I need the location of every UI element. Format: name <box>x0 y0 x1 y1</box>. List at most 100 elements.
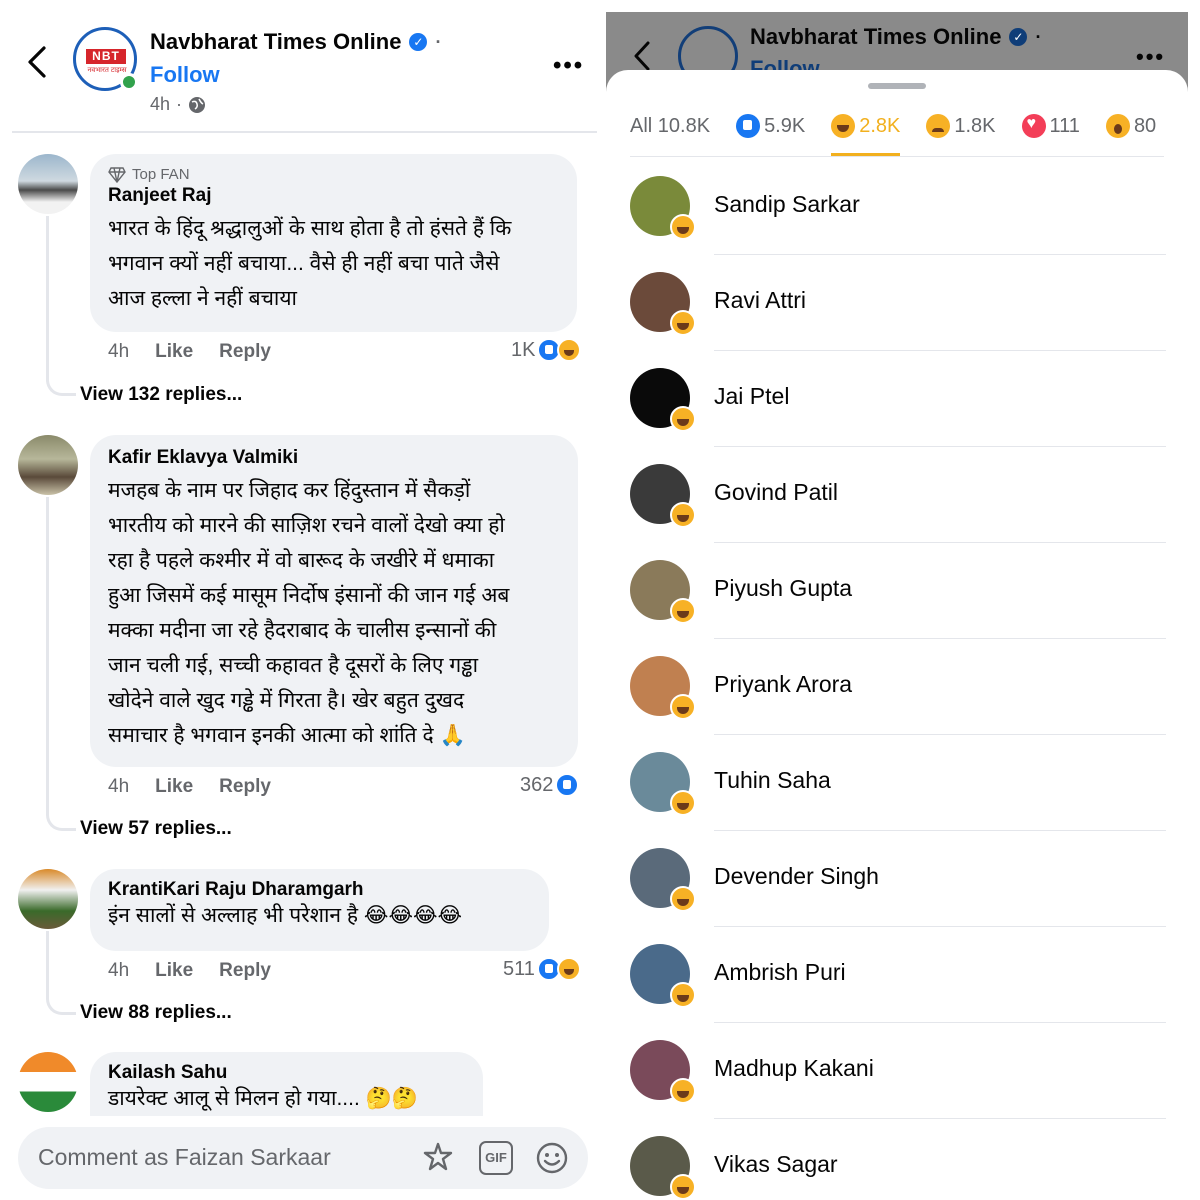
list-item[interactable]: Ravi Attri <box>630 262 1170 358</box>
person-name[interactable]: Vikas Sagar <box>714 1151 838 1178</box>
more-options-icon[interactable]: ••• <box>1136 44 1165 70</box>
view-replies-link[interactable]: View 132 replies... <box>80 384 242 406</box>
haha-icon <box>670 406 696 432</box>
comment-text: मजहब के नाम पर जिहाद कर हिंदुस्तान में स… <box>108 479 510 747</box>
page-name[interactable]: Navbharat Times Online <box>750 24 1001 50</box>
thread-line <box>46 497 49 811</box>
tab-like[interactable]: 5.9K <box>736 110 805 142</box>
reply-button[interactable]: Reply <box>219 960 271 982</box>
comment-input-placeholder[interactable]: Comment as Faizan Sarkaar <box>38 1144 331 1171</box>
sticker-icon[interactable] <box>421 1141 455 1175</box>
post-time: 4h <box>150 94 171 114</box>
divider <box>714 830 1166 831</box>
like-button[interactable]: Like <box>155 776 193 798</box>
like-button[interactable]: Like <box>155 341 193 363</box>
list-item[interactable]: Ambrish Puri <box>630 934 1170 1030</box>
person-name[interactable]: Piyush Gupta <box>714 575 852 602</box>
online-status-dot <box>120 73 138 91</box>
list-item[interactable]: Devender Singh <box>630 838 1170 934</box>
tab-all[interactable]: All 10.8K <box>630 110 710 142</box>
person-name[interactable]: Ambrish Puri <box>714 959 846 986</box>
page-name[interactable]: Navbharat Times Online <box>150 29 401 55</box>
avatar[interactable] <box>18 869 78 929</box>
back-icon[interactable] <box>22 44 52 80</box>
haha-icon <box>670 982 696 1008</box>
reply-button[interactable]: Reply <box>219 776 271 798</box>
comment-bubble[interactable]: Top FAN Ranjeet Raj भारत के हिंदू श्रद्ध… <box>90 154 577 332</box>
person-name[interactable]: Govind Patil <box>714 479 838 506</box>
person-name[interactable]: Madhup Kakani <box>714 1055 874 1082</box>
comment-text: इंन सालों से अल्लाह भी परेशान है 😂😂😂😂 <box>108 904 463 927</box>
more-options-icon[interactable]: ••• <box>553 52 584 80</box>
view-replies-link[interactable]: View 57 replies... <box>80 818 232 840</box>
tabs-divider <box>630 156 1164 157</box>
verified-badge-icon: ✓ <box>409 33 428 51</box>
gif-icon[interactable]: GIF <box>479 1141 513 1175</box>
reaction-count: 1K <box>511 338 536 361</box>
avatar[interactable] <box>18 154 78 214</box>
back-icon[interactable] <box>630 40 654 72</box>
comment-author[interactable]: Kafir Eklavya Valmiki <box>108 447 558 469</box>
comment-bubble[interactable]: Kafir Eklavya Valmiki मजहब के नाम पर जिह… <box>90 435 578 767</box>
comment-bubble[interactable]: Kailash Sahu डायरेक्ट आलू से मिलन हो गया… <box>90 1052 483 1116</box>
comment-text: भारत के हिंदू श्रद्धालुओं के साथ होता है… <box>108 217 512 310</box>
comment-actions: 4h Like Reply <box>108 776 271 798</box>
person-name[interactable]: Devender Singh <box>714 863 879 890</box>
person-name[interactable]: Sandip Sarkar <box>714 191 860 218</box>
tab-sad[interactable]: 1.8K <box>926 110 996 142</box>
like-icon <box>736 114 761 138</box>
haha-icon <box>670 310 696 336</box>
person-name[interactable]: Tuhin Saha <box>714 767 831 794</box>
comment-time: 4h <box>108 776 130 797</box>
reaction-summary[interactable]: 1K <box>511 338 582 362</box>
comment-author[interactable]: Kailash Sahu <box>108 1062 463 1084</box>
avatar[interactable] <box>18 435 78 495</box>
haha-reaction-icon <box>556 957 581 981</box>
follow-button[interactable]: Follow <box>150 62 220 88</box>
diamond-icon <box>108 166 126 183</box>
list-item[interactable]: Piyush Gupta <box>630 550 1170 646</box>
reaction-summary[interactable]: 362 <box>520 773 580 797</box>
person-name[interactable]: Priyank Arora <box>714 671 852 698</box>
comment-time: 4h <box>108 960 130 981</box>
comment-author[interactable]: KrantiKari Raju Dharamgarh <box>108 879 529 901</box>
like-button[interactable]: Like <box>155 960 193 982</box>
tab-haha[interactable]: 2.8K <box>831 110 901 156</box>
haha-reaction-icon <box>557 338 582 362</box>
haha-icon <box>670 694 696 720</box>
emoji-icon[interactable] <box>535 1141 569 1175</box>
list-item[interactable]: Govind Patil <box>630 454 1170 550</box>
header-divider <box>12 131 597 133</box>
tab-love[interactable]: 111 <box>1021 110 1080 142</box>
page-title[interactable]: Navbharat Times Online ✓ · <box>150 29 441 55</box>
list-item[interactable]: Priyank Arora <box>630 646 1170 742</box>
list-item[interactable]: Vikas Sagar <box>630 1126 1170 1200</box>
drag-handle[interactable] <box>868 83 926 89</box>
reaction-summary[interactable]: 511 <box>503 957 581 981</box>
thread-curve <box>46 995 76 1015</box>
tab-wow[interactable]: 80 <box>1105 110 1156 142</box>
avatar[interactable] <box>18 1052 78 1112</box>
divider <box>714 350 1166 351</box>
love-icon <box>1021 114 1046 138</box>
comment-composer[interactable]: Comment as Faizan Sarkaar GIF <box>18 1127 588 1189</box>
list-item[interactable]: Jai Ptel <box>630 358 1170 454</box>
thread-curve <box>46 811 76 831</box>
person-name[interactable]: Jai Ptel <box>714 383 789 410</box>
person-name[interactable]: Ravi Attri <box>714 287 806 314</box>
comment-bubble[interactable]: KrantiKari Raju Dharamgarh इंन सालों से … <box>90 869 549 951</box>
sad-icon <box>926 114 951 138</box>
divider <box>714 734 1166 735</box>
list-item[interactable]: Tuhin Saha <box>630 742 1170 838</box>
post-meta: 4h · <box>150 94 206 115</box>
globe-icon <box>189 96 206 113</box>
list-item[interactable]: Madhup Kakani <box>630 1030 1170 1126</box>
page-avatar[interactable]: NBT नवभारत टाइम्स <box>73 27 138 91</box>
list-item[interactable]: Sandip Sarkar <box>630 166 1170 262</box>
haha-icon <box>670 502 696 528</box>
comment-time: 4h <box>108 341 130 362</box>
reply-button[interactable]: Reply <box>219 341 271 363</box>
view-replies-link[interactable]: View 88 replies... <box>80 1002 232 1024</box>
thread-curve <box>46 376 76 396</box>
comment-author[interactable]: Ranjeet Raj <box>108 185 557 207</box>
